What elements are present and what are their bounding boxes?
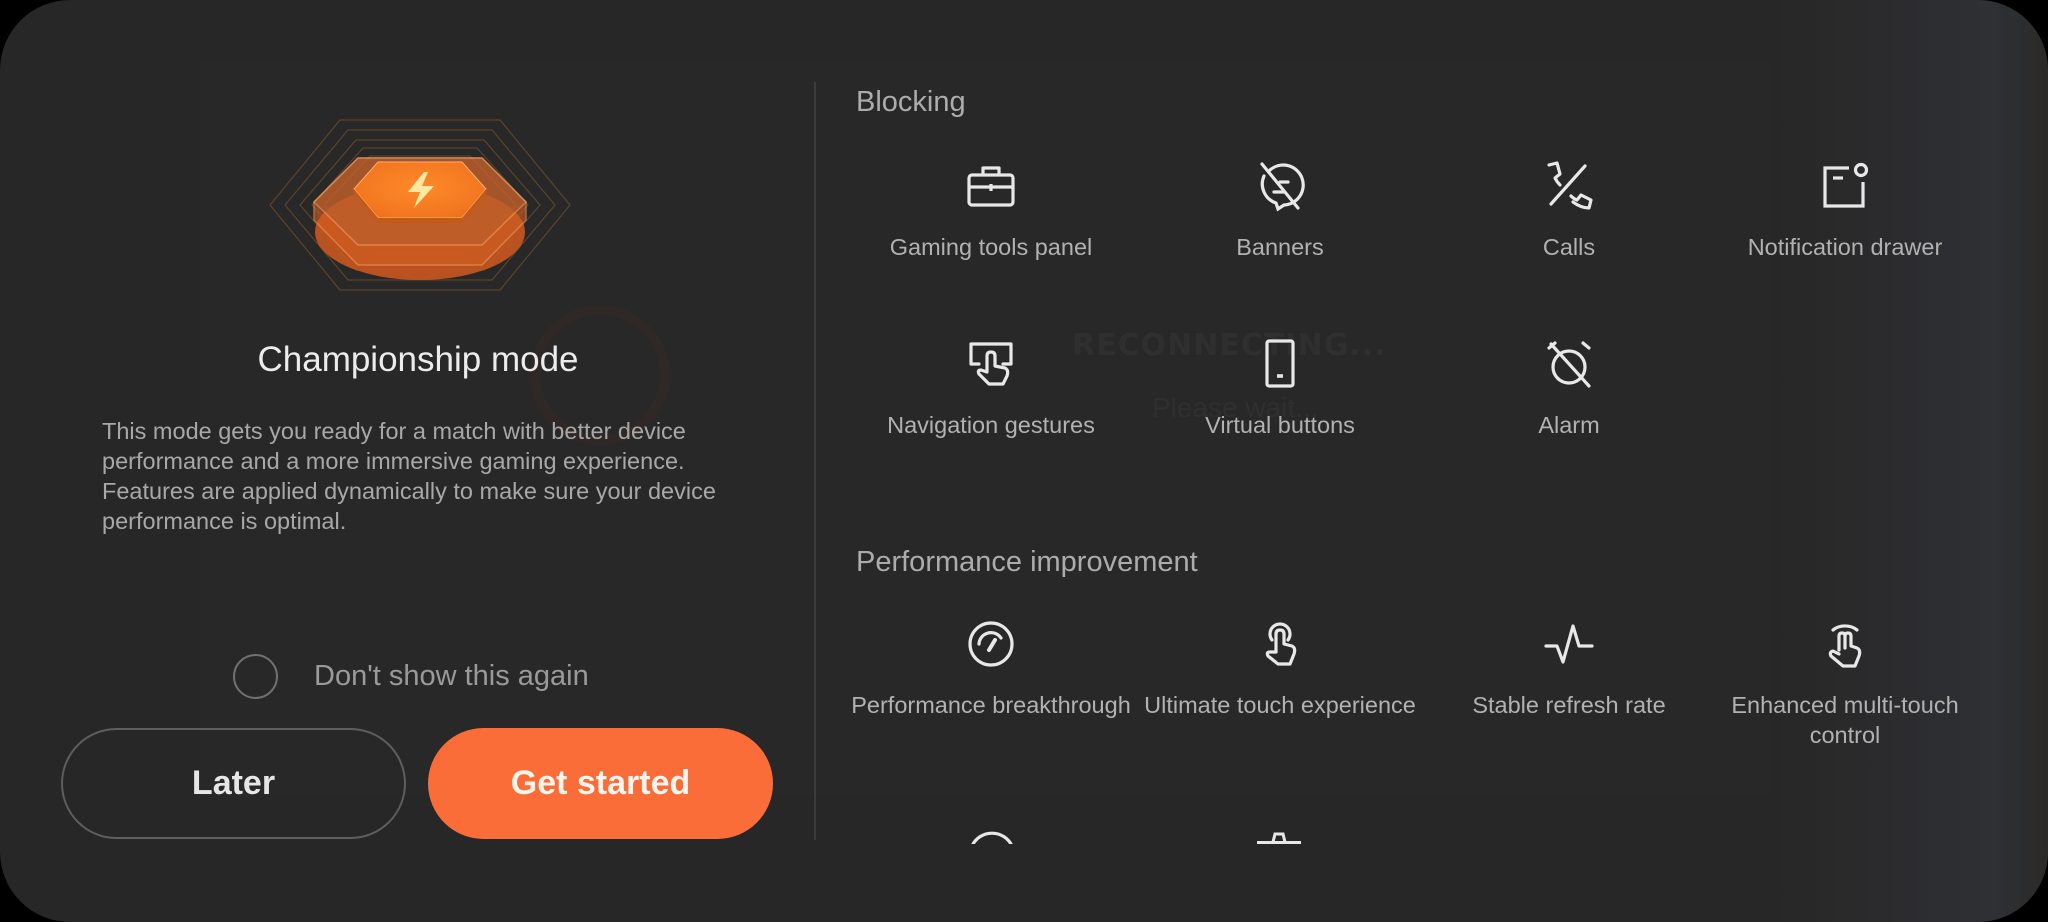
alarm-off-icon bbox=[1547, 341, 1591, 388]
feature-label: Navigation gestures bbox=[887, 412, 1095, 438]
feature-label: Ultimate touch experience bbox=[1144, 692, 1416, 718]
championship-mode-dialog: RECONNECTING... Please wait... Champions… bbox=[0, 0, 2048, 922]
feature-ultimate-touch: Ultimate touch experience bbox=[1135, 618, 1425, 720]
notification-drawer-icon bbox=[1823, 162, 1869, 208]
gesture-icon bbox=[969, 342, 1013, 386]
feature-label: Performance breakthrough bbox=[851, 692, 1131, 718]
pulse-icon bbox=[1544, 624, 1594, 664]
phone-icon bbox=[1265, 339, 1295, 388]
feature-label: Notification drawer bbox=[1747, 234, 1943, 260]
lightning-hexagon-icon bbox=[269, 119, 571, 291]
call-off-icon bbox=[1547, 161, 1593, 210]
background-edge bbox=[1770, 0, 2048, 922]
feature-virtual-buttons: Virtual buttons bbox=[1135, 338, 1425, 440]
checkbox-label: Don't show this again bbox=[314, 660, 589, 692]
panel-divider bbox=[814, 82, 816, 840]
partial-icon bbox=[971, 831, 1013, 844]
feature-label: Calls bbox=[1542, 234, 1596, 260]
feature-label: Virtual buttons bbox=[1205, 412, 1355, 438]
feature-performance-breakthrough: Performance breakthrough bbox=[846, 618, 1136, 720]
feature-gaming-tools-panel: Gaming tools panel bbox=[846, 160, 1136, 262]
partial-icon bbox=[1257, 832, 1301, 844]
get-started-button[interactable]: Get started bbox=[428, 728, 773, 839]
speedometer-icon bbox=[968, 621, 1014, 667]
section-title-blocking: Blocking bbox=[856, 86, 966, 118]
checkbox-circle[interactable] bbox=[233, 654, 278, 699]
banner-off-icon bbox=[1260, 162, 1305, 212]
feature-notification-drawer: Notification drawer bbox=[1700, 160, 1990, 262]
touch-icon bbox=[1265, 622, 1297, 666]
section-title-performance: Performance improvement bbox=[856, 546, 1198, 578]
feature-label: Stable refresh rate bbox=[1472, 692, 1666, 718]
feature-label: Banners bbox=[1236, 234, 1324, 260]
dont-show-again-checkbox[interactable]: Don't show this again bbox=[233, 654, 589, 699]
feature-stable-refresh-rate: Stable refresh rate bbox=[1424, 618, 1714, 720]
later-button[interactable]: Later bbox=[61, 728, 406, 839]
feature-enhanced-multi-touch: Enhanced multi-touch control bbox=[1700, 618, 1990, 750]
feature-alarm: Alarm bbox=[1424, 338, 1714, 440]
feature-label: Alarm bbox=[1538, 412, 1600, 438]
mode-description: This mode gets you ready for a match wit… bbox=[102, 418, 716, 534]
toolbox-icon bbox=[967, 166, 1015, 207]
mode-title: Championship mode bbox=[257, 340, 579, 379]
feature-banners: Banners bbox=[1135, 160, 1425, 262]
feature-calls: Calls bbox=[1424, 160, 1714, 262]
feature-label: Enhanced multi-touch control bbox=[1731, 692, 1959, 748]
feature-navigation-gestures: Navigation gestures bbox=[846, 338, 1136, 440]
feature-label: Gaming tools panel bbox=[889, 234, 1093, 260]
multi-touch-icon bbox=[1828, 624, 1862, 668]
